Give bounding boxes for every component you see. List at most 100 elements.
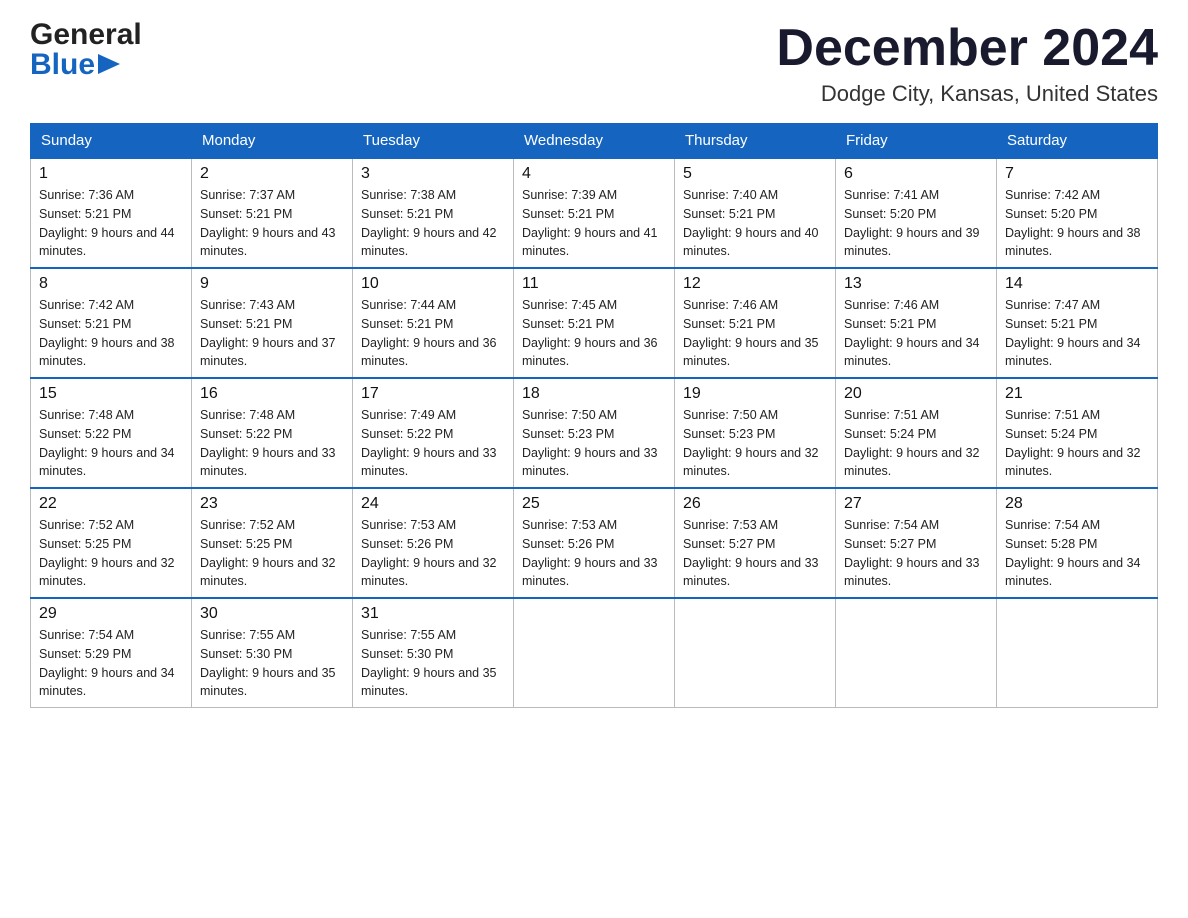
day-number: 26 — [683, 495, 827, 513]
day-number: 23 — [200, 495, 344, 513]
month-title: December 2024 — [776, 20, 1158, 77]
day-info: Sunrise: 7:55 AMSunset: 5:30 PMDaylight:… — [361, 626, 505, 701]
header-saturday: Saturday — [997, 124, 1158, 159]
header-tuesday: Tuesday — [353, 124, 514, 159]
table-row: 31 Sunrise: 7:55 AMSunset: 5:30 PMDayligh… — [353, 598, 514, 708]
day-info: Sunrise: 7:51 AMSunset: 5:24 PMDaylight:… — [1005, 406, 1149, 481]
day-info: Sunrise: 7:46 AMSunset: 5:21 PMDaylight:… — [683, 296, 827, 371]
day-number: 4 — [522, 165, 666, 183]
day-info: Sunrise: 7:54 AMSunset: 5:29 PMDaylight:… — [39, 626, 183, 701]
day-info: Sunrise: 7:50 AMSunset: 5:23 PMDaylight:… — [522, 406, 666, 481]
table-row: 12 Sunrise: 7:46 AMSunset: 5:21 PMDayligh… — [675, 268, 836, 378]
day-number: 24 — [361, 495, 505, 513]
day-info: Sunrise: 7:53 AMSunset: 5:26 PMDaylight:… — [522, 516, 666, 591]
day-info: Sunrise: 7:55 AMSunset: 5:30 PMDaylight:… — [200, 626, 344, 701]
calendar-week-row: 8 Sunrise: 7:42 AMSunset: 5:21 PMDaylight… — [31, 268, 1158, 378]
day-info: Sunrise: 7:42 AMSunset: 5:21 PMDaylight:… — [39, 296, 183, 371]
table-row: 22 Sunrise: 7:52 AMSunset: 5:25 PMDayligh… — [31, 488, 192, 598]
logo: General Blue — [30, 20, 142, 80]
day-info: Sunrise: 7:38 AMSunset: 5:21 PMDaylight:… — [361, 186, 505, 261]
day-number: 31 — [361, 605, 505, 623]
day-info: Sunrise: 7:48 AMSunset: 5:22 PMDaylight:… — [39, 406, 183, 481]
day-number: 1 — [39, 165, 183, 183]
day-number: 11 — [522, 275, 666, 293]
table-row: 17Sunrise: 7:49 AMSunset: 5:22 PMDayligh… — [353, 378, 514, 488]
table-row: 3 Sunrise: 7:38 AMSunset: 5:21 PMDaylight… — [353, 158, 514, 268]
day-number: 8 — [39, 275, 183, 293]
day-number: 12 — [683, 275, 827, 293]
day-number: 20 — [844, 385, 988, 403]
calendar-week-row: 29 Sunrise: 7:54 AMSunset: 5:29 PMDayligh… — [31, 598, 1158, 708]
day-number: 16 — [200, 385, 344, 403]
table-row: 30 Sunrise: 7:55 AMSunset: 5:30 PMDayligh… — [192, 598, 353, 708]
day-number: 21 — [1005, 385, 1149, 403]
day-number: 27 — [844, 495, 988, 513]
page-header: General Blue December 2024 Dodge City, K… — [30, 20, 1158, 107]
day-number: 5 — [683, 165, 827, 183]
day-info: Sunrise: 7:42 AMSunset: 5:20 PMDaylight:… — [1005, 186, 1149, 261]
header-thursday: Thursday — [675, 124, 836, 159]
title-section: December 2024 Dodge City, Kansas, United… — [776, 20, 1158, 107]
table-row: 5 Sunrise: 7:40 AMSunset: 5:21 PMDaylight… — [675, 158, 836, 268]
table-row: 13Sunrise: 7:46 AMSunset: 5:21 PMDayligh… — [836, 268, 997, 378]
day-number: 2 — [200, 165, 344, 183]
day-number: 9 — [200, 275, 344, 293]
logo-general-text: General — [30, 20, 142, 50]
day-number: 29 — [39, 605, 183, 623]
day-info: Sunrise: 7:53 AMSunset: 5:26 PMDaylight:… — [361, 516, 505, 591]
table-row: 27 Sunrise: 7:54 AMSunset: 5:27 PMDayligh… — [836, 488, 997, 598]
calendar-header-row: Sunday Monday Tuesday Wednesday Thursday… — [31, 124, 1158, 159]
calendar-week-row: 1 Sunrise: 7:36 AMSunset: 5:21 PMDaylight… — [31, 158, 1158, 268]
day-number: 6 — [844, 165, 988, 183]
day-info: Sunrise: 7:45 AMSunset: 5:21 PMDaylight:… — [522, 296, 666, 371]
table-row — [836, 598, 997, 708]
day-info: Sunrise: 7:48 AMSunset: 5:22 PMDaylight:… — [200, 406, 344, 481]
day-number: 3 — [361, 165, 505, 183]
table-row: 10 Sunrise: 7:44 AMSunset: 5:21 PMDayligh… — [353, 268, 514, 378]
table-row: 15 Sunrise: 7:48 AMSunset: 5:22 PMDayligh… — [31, 378, 192, 488]
location-text: Dodge City, Kansas, United States — [776, 81, 1158, 107]
table-row: 8 Sunrise: 7:42 AMSunset: 5:21 PMDaylight… — [31, 268, 192, 378]
table-row: 4 Sunrise: 7:39 AMSunset: 5:21 PMDaylight… — [514, 158, 675, 268]
table-row: 7 Sunrise: 7:42 AMSunset: 5:20 PMDaylight… — [997, 158, 1158, 268]
calendar-week-row: 15 Sunrise: 7:48 AMSunset: 5:22 PMDayligh… — [31, 378, 1158, 488]
calendar-week-row: 22 Sunrise: 7:52 AMSunset: 5:25 PMDayligh… — [31, 488, 1158, 598]
table-row: 11 Sunrise: 7:45 AMSunset: 5:21 PMDayligh… — [514, 268, 675, 378]
table-row: 21 Sunrise: 7:51 AMSunset: 5:24 PMDayligh… — [997, 378, 1158, 488]
day-info: Sunrise: 7:47 AMSunset: 5:21 PMDaylight:… — [1005, 296, 1149, 371]
day-info: Sunrise: 7:46 AMSunset: 5:21 PMDaylight:… — [844, 296, 988, 371]
table-row: 16 Sunrise: 7:48 AMSunset: 5:22 PMDayligh… — [192, 378, 353, 488]
header-monday: Monday — [192, 124, 353, 159]
day-number: 28 — [1005, 495, 1149, 513]
day-info: Sunrise: 7:44 AMSunset: 5:21 PMDaylight:… — [361, 296, 505, 371]
table-row: 26 Sunrise: 7:53 AMSunset: 5:27 PMDayligh… — [675, 488, 836, 598]
day-info: Sunrise: 7:53 AMSunset: 5:27 PMDaylight:… — [683, 516, 827, 591]
day-number: 17 — [361, 385, 505, 403]
table-row: 19Sunrise: 7:50 AMSunset: 5:23 PMDayligh… — [675, 378, 836, 488]
day-number: 15 — [39, 385, 183, 403]
day-info: Sunrise: 7:36 AMSunset: 5:21 PMDaylight:… — [39, 186, 183, 261]
day-number: 7 — [1005, 165, 1149, 183]
table-row: 18Sunrise: 7:50 AMSunset: 5:23 PMDayligh… — [514, 378, 675, 488]
day-number: 10 — [361, 275, 505, 293]
day-info: Sunrise: 7:51 AMSunset: 5:24 PMDaylight:… — [844, 406, 988, 481]
logo-arrow-icon — [98, 54, 120, 78]
table-row: 1 Sunrise: 7:36 AMSunset: 5:21 PMDaylight… — [31, 158, 192, 268]
table-row: 20 Sunrise: 7:51 AMSunset: 5:24 PMDayligh… — [836, 378, 997, 488]
day-info: Sunrise: 7:52 AMSunset: 5:25 PMDaylight:… — [39, 516, 183, 591]
day-number: 30 — [200, 605, 344, 623]
day-info: Sunrise: 7:52 AMSunset: 5:25 PMDaylight:… — [200, 516, 344, 591]
table-row: 23 Sunrise: 7:52 AMSunset: 5:25 PMDayligh… — [192, 488, 353, 598]
day-info: Sunrise: 7:43 AMSunset: 5:21 PMDaylight:… — [200, 296, 344, 371]
table-row: 2Sunrise: 7:37 AMSunset: 5:21 PMDaylight… — [192, 158, 353, 268]
day-info: Sunrise: 7:39 AMSunset: 5:21 PMDaylight:… — [522, 186, 666, 261]
day-number: 22 — [39, 495, 183, 513]
day-info: Sunrise: 7:40 AMSunset: 5:21 PMDaylight:… — [683, 186, 827, 261]
table-row: 24 Sunrise: 7:53 AMSunset: 5:26 PMDayligh… — [353, 488, 514, 598]
day-info: Sunrise: 7:50 AMSunset: 5:23 PMDaylight:… — [683, 406, 827, 481]
day-info: Sunrise: 7:41 AMSunset: 5:20 PMDaylight:… — [844, 186, 988, 261]
day-info: Sunrise: 7:54 AMSunset: 5:27 PMDaylight:… — [844, 516, 988, 591]
day-info: Sunrise: 7:54 AMSunset: 5:28 PMDaylight:… — [1005, 516, 1149, 591]
table-row: 28 Sunrise: 7:54 AMSunset: 5:28 PMDayligh… — [997, 488, 1158, 598]
table-row — [675, 598, 836, 708]
